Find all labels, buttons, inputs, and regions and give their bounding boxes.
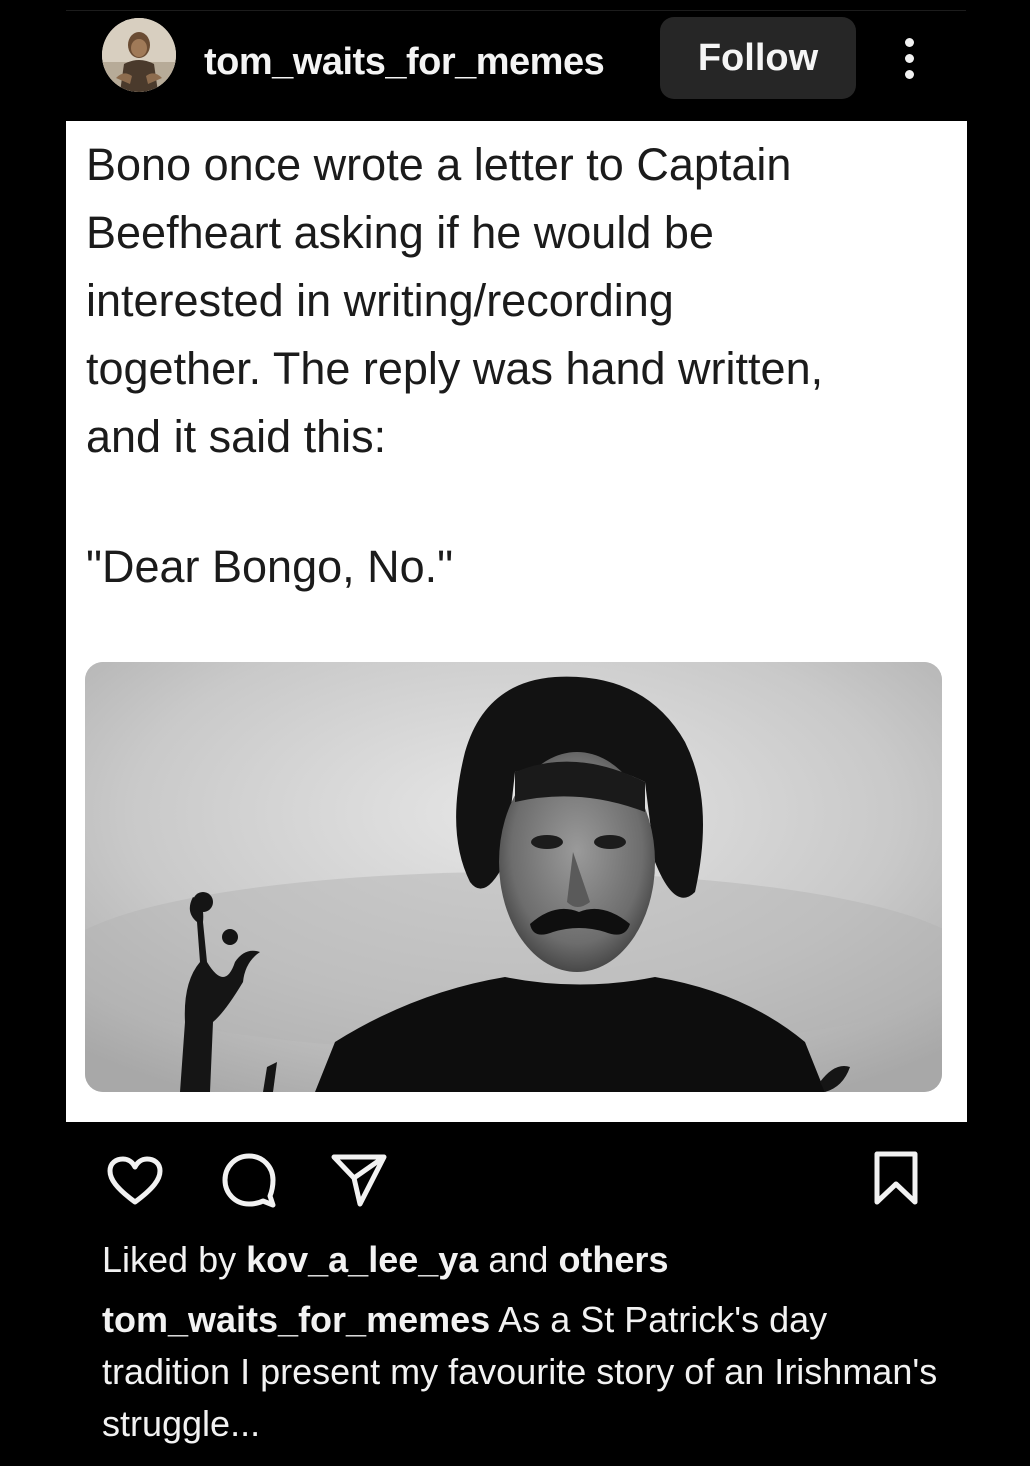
post-image-card[interactable]: Bono once wrote a letter to Captain Beef… <box>66 121 967 1122</box>
more-dot <box>905 38 914 47</box>
comment-icon[interactable] <box>220 1152 278 1208</box>
avatar-image <box>102 18 176 92</box>
more-dot <box>905 54 914 63</box>
share-icon-glyph <box>331 1154 387 1207</box>
heart-icon-glyph <box>107 1156 163 1205</box>
post-text-line: interested in writing/recording <box>86 275 674 326</box>
post-text-line: Bono once wrote a letter to Captain <box>86 139 792 190</box>
post-text-line: together. The reply was hand written, <box>86 343 824 394</box>
header-username[interactable]: tom_waits_for_memes <box>204 40 605 84</box>
likes-others[interactable]: others <box>558 1239 668 1280</box>
share-icon[interactable] <box>330 1152 388 1208</box>
more-dot <box>905 70 914 79</box>
follow-button[interactable]: Follow <box>660 17 856 99</box>
caption-username[interactable]: tom_waits_for_memes <box>102 1299 490 1340</box>
more-options-icon[interactable] <box>892 34 928 84</box>
post-quote: "Dear Bongo, No." <box>86 541 454 592</box>
likes-middle: and <box>488 1239 549 1280</box>
likes-prefix: Liked by <box>102 1239 237 1280</box>
bookmark-icon-glyph <box>874 1151 918 1205</box>
post-text-line: Beefheart asking if he would be <box>86 207 714 258</box>
likes-summary[interactable]: Liked by kov_a_lee_ya and others <box>102 1238 668 1282</box>
profile-avatar[interactable] <box>102 18 176 92</box>
likes-user[interactable]: kov_a_lee_ya <box>246 1239 478 1280</box>
comment-icon-glyph <box>222 1153 276 1208</box>
bookmark-icon[interactable] <box>872 1150 920 1206</box>
post-header: tom_waits_for_memes Follow <box>0 0 1030 120</box>
post-caption: tom_waits_for_memes As a St Patrick's da… <box>102 1294 942 1450</box>
portrait-photo <box>85 662 942 1092</box>
post-text-line: and it said this: <box>86 411 387 462</box>
portrait-photo-image <box>85 662 942 1092</box>
heart-icon[interactable] <box>106 1155 164 1207</box>
post-text: Bono once wrote a letter to Captain Beef… <box>86 131 956 471</box>
